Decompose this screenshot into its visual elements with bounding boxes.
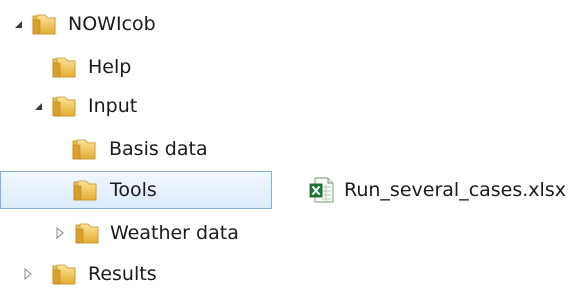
tree-item-tools[interactable]: Tools	[0, 171, 272, 209]
tree-item-weather-data[interactable]: Weather data	[0, 214, 272, 252]
tree-item-label: Weather data	[110, 222, 239, 244]
file-item-label: Run_several_cases.xlsx	[344, 179, 566, 201]
tree-item-label: NOWIcob	[68, 13, 156, 35]
tree-item-nowicob[interactable]: NOWIcob	[0, 5, 272, 43]
folder-tree: NOWIcob Help Input Basis data Tools Weat…	[0, 0, 290, 290]
tree-item-label: Basis data	[109, 138, 208, 160]
collapsed-arrow-icon[interactable]	[22, 268, 34, 280]
folder-icon	[31, 11, 57, 37]
folder-icon	[51, 261, 77, 287]
tree-item-help[interactable]: Help	[0, 48, 272, 86]
file-item-run-several-cases[interactable]: Run_several_cases.xlsx	[309, 171, 566, 209]
tree-item-results[interactable]: Results	[0, 255, 272, 293]
tree-item-label: Input	[88, 95, 138, 117]
folder-icon	[71, 136, 97, 162]
folder-icon	[74, 220, 100, 246]
tree-item-label: Results	[88, 263, 157, 285]
tree-item-input[interactable]: Input	[0, 87, 272, 125]
tree-item-basis-data[interactable]: Basis data	[0, 130, 272, 168]
expanded-arrow-icon[interactable]	[32, 100, 44, 112]
folder-icon	[51, 54, 77, 80]
collapsed-arrow-icon[interactable]	[54, 227, 66, 239]
excel-file-icon	[309, 177, 334, 203]
tree-item-label: Help	[88, 56, 132, 78]
tree-item-label: Tools	[110, 179, 157, 201]
folder-icon	[72, 177, 98, 203]
folder-icon	[51, 93, 77, 119]
expanded-arrow-icon[interactable]	[12, 18, 24, 30]
